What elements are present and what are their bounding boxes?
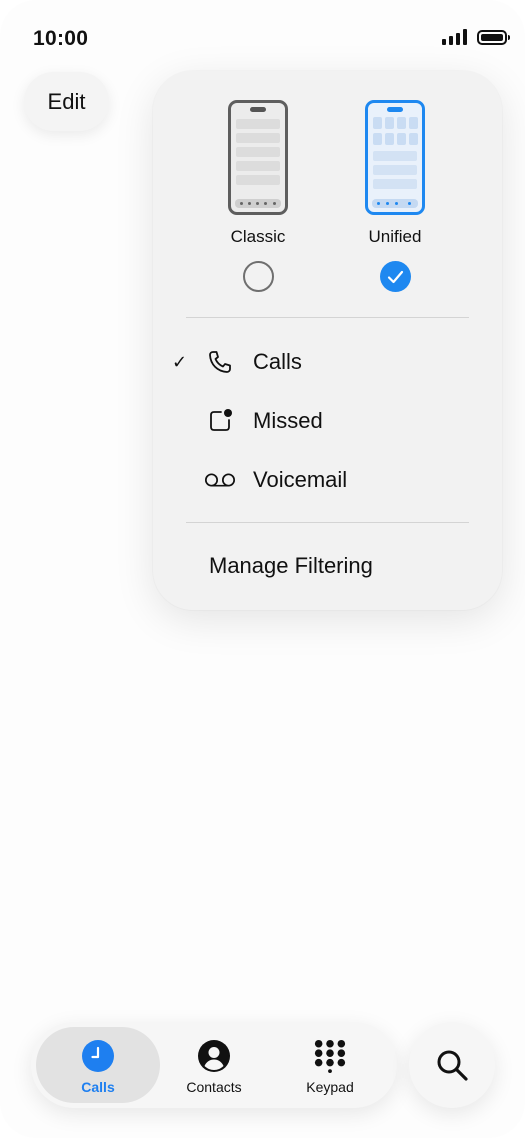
layout-label-classic: Classic [230, 227, 286, 246]
tab-label: Calls [81, 1079, 115, 1095]
filter-menu: Classic Unified ✓ Calls Missed Voicemail… [153, 71, 502, 610]
phone-screen: 10:00 Edit Classic Unified ✓ Calls Misse… [0, 0, 525, 1138]
manage-filtering-button[interactable]: Manage Filtering [209, 553, 373, 579]
menu-item-label: Missed [253, 408, 323, 433]
status-indicators [442, 29, 510, 45]
person-circle-icon [197, 1039, 231, 1073]
menu-item-label: Voicemail [253, 467, 348, 492]
layout-label-unified: Unified [368, 227, 422, 246]
status-time: 10:00 [33, 27, 89, 50]
tab-contacts[interactable]: Contacts [152, 1027, 276, 1103]
menu-item-label: Calls [253, 349, 302, 374]
unified-radio-checked[interactable] [379, 261, 411, 292]
menu-divider [186, 317, 469, 318]
classic-layout-preview-icon [228, 100, 288, 215]
layout-option-classic[interactable]: Classic [208, 100, 308, 292]
tab-label: Contacts [186, 1079, 242, 1095]
menu-item-missed[interactable]: Missed [153, 396, 502, 446]
phone-icon [203, 345, 237, 379]
checkmark-icon [387, 270, 403, 283]
edit-button[interactable]: Edit [24, 72, 109, 131]
menu-divider [186, 522, 469, 523]
tab-keypad[interactable]: Keypad [268, 1027, 392, 1103]
tab-label: Keypad [306, 1079, 354, 1095]
search-icon [437, 1050, 468, 1081]
classic-radio[interactable] [242, 261, 274, 292]
unified-layout-preview-icon [365, 100, 425, 215]
search-button[interactable] [409, 1022, 495, 1108]
battery-icon [477, 29, 510, 45]
keypad-icon [313, 1039, 347, 1073]
layout-option-unified[interactable]: Unified [345, 100, 445, 292]
menu-item-voicemail[interactable]: Voicemail [153, 455, 502, 505]
tab-bar: Calls Contacts Keypad [31, 1022, 397, 1108]
menu-item-calls[interactable]: ✓ Calls [153, 337, 502, 387]
tab-calls[interactable]: Calls [36, 1027, 160, 1103]
checkmark-icon: ✓ [172, 351, 188, 372]
cellular-signal-icon [442, 29, 467, 45]
voicemail-icon [203, 463, 237, 497]
clock-icon [81, 1039, 115, 1073]
missed-badge-icon [203, 404, 237, 438]
